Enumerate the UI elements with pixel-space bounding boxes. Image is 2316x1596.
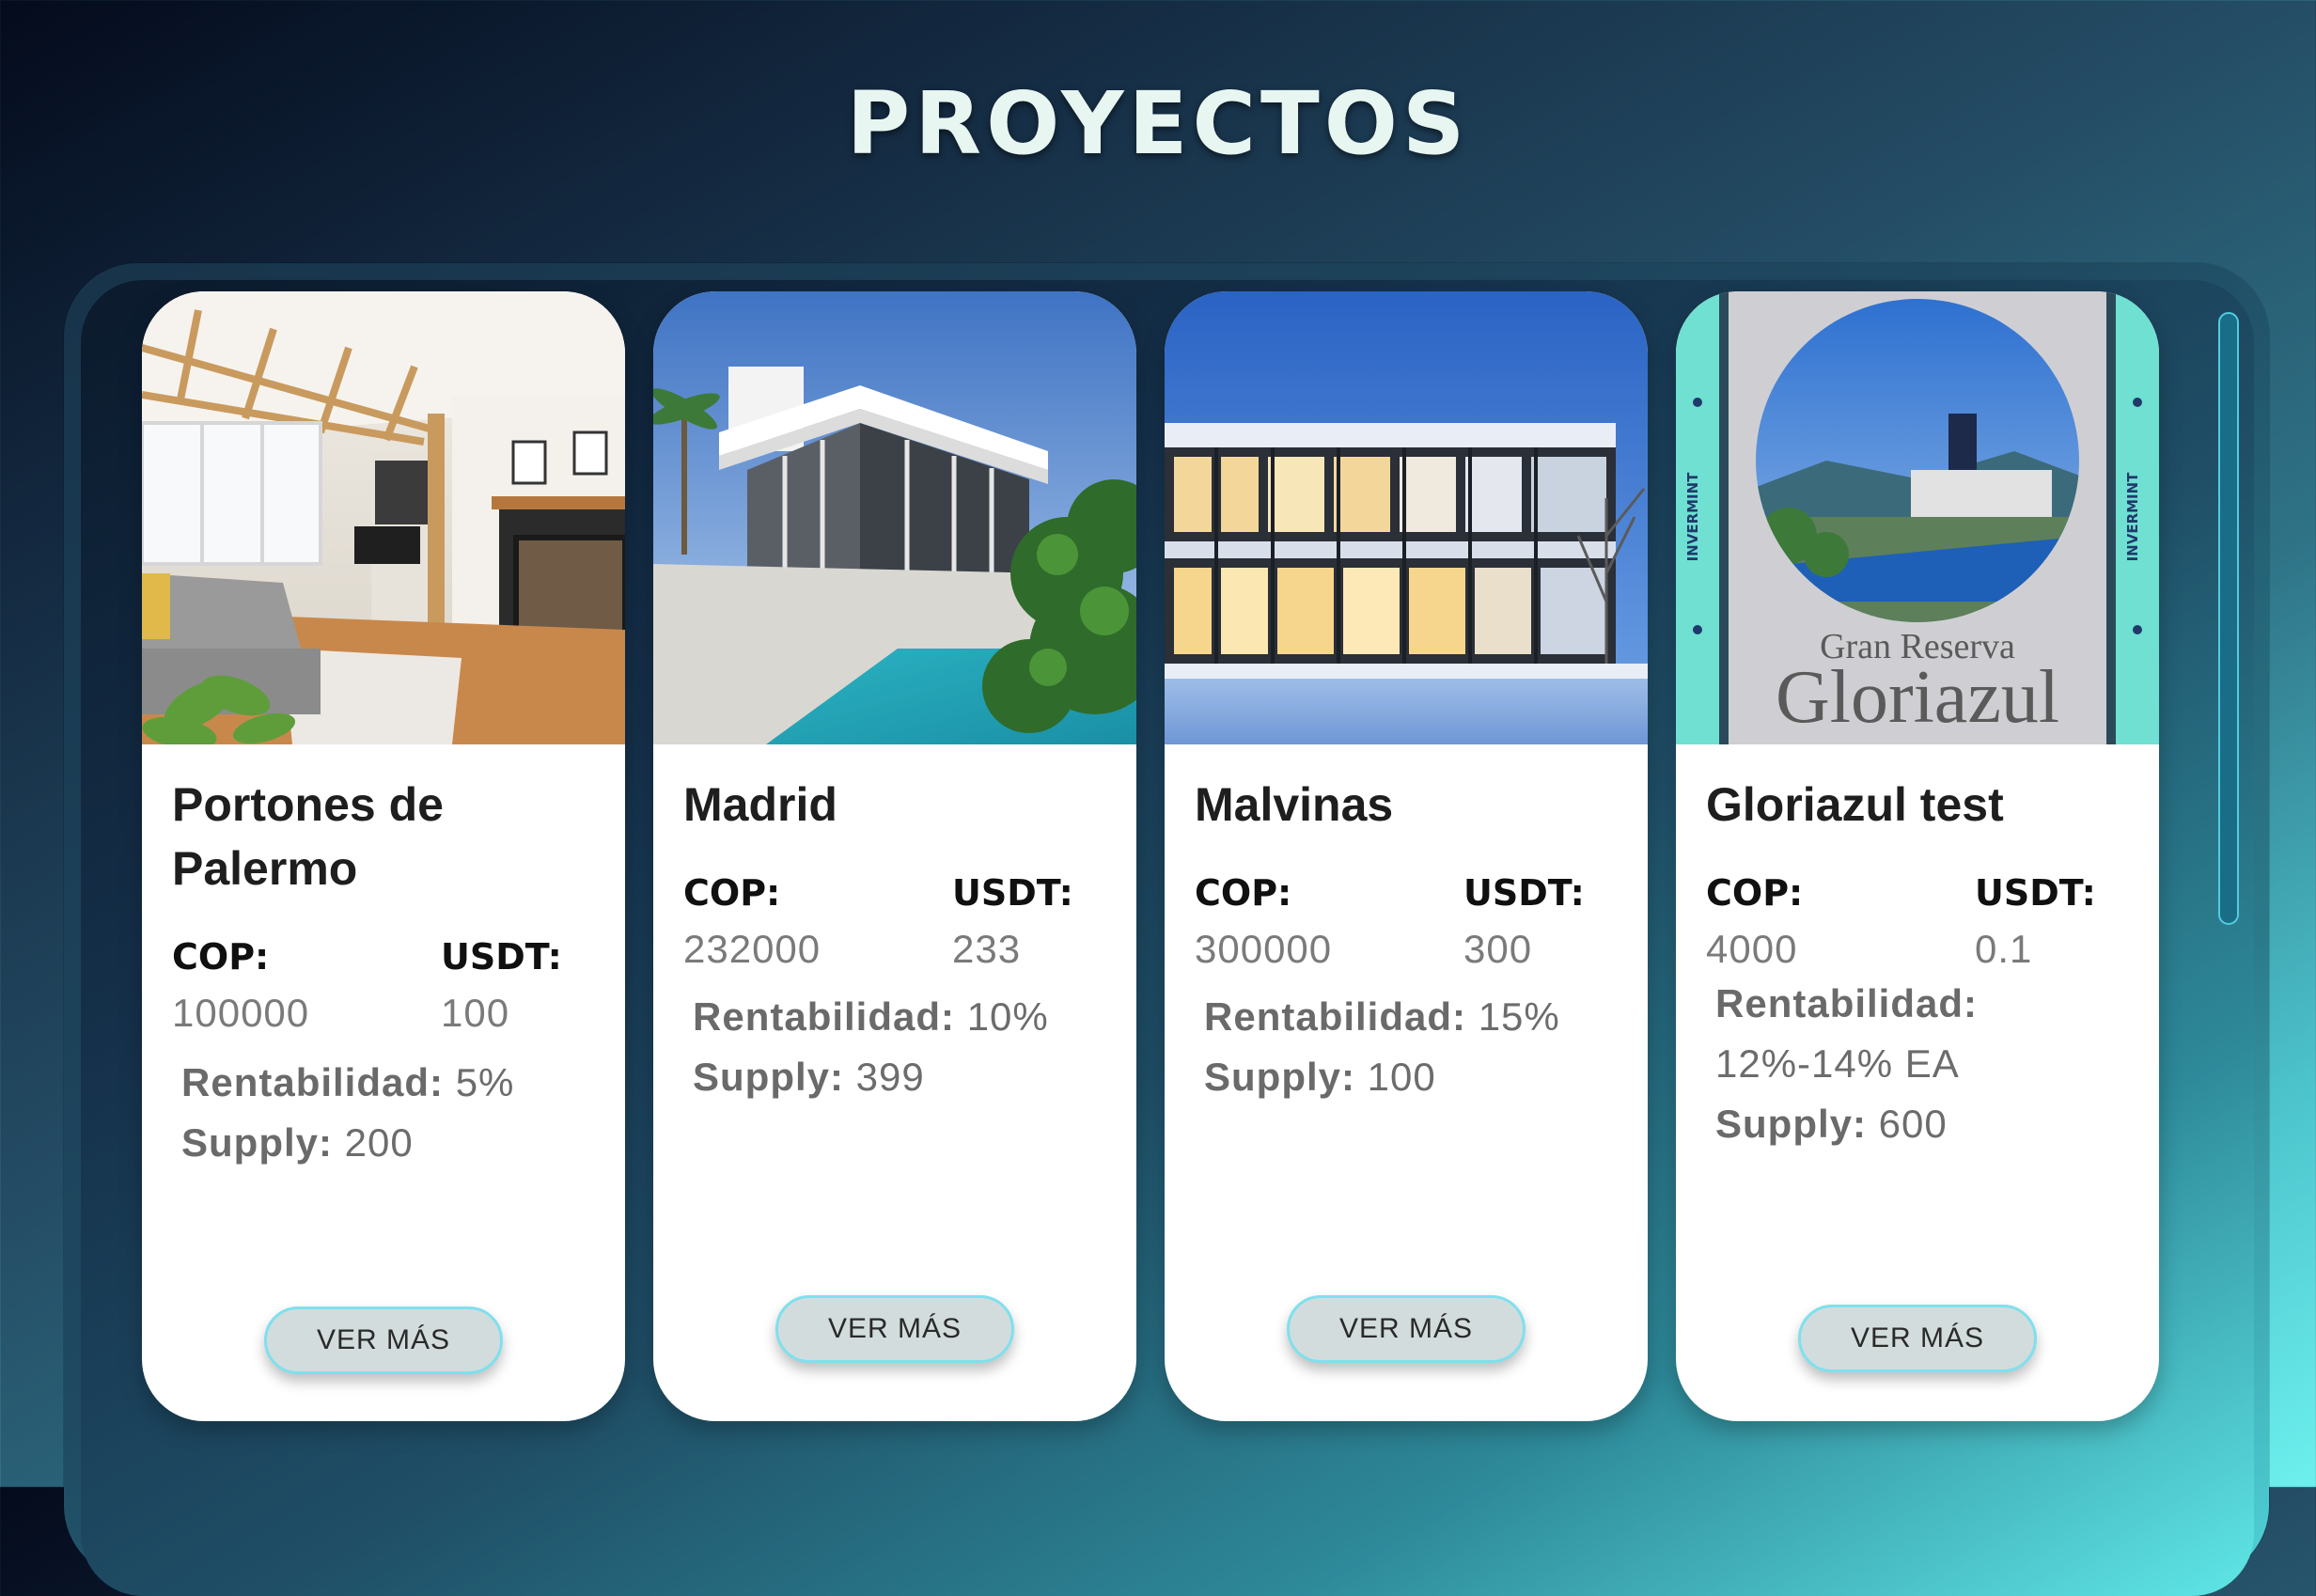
ver-mas-button[interactable]: VER MÁS bbox=[1287, 1295, 1526, 1363]
usdt-value: 300 bbox=[1463, 927, 1533, 971]
supply-value: 100 bbox=[1367, 1055, 1436, 1099]
usdt-label: USDT: bbox=[1463, 872, 1585, 914]
project-image bbox=[653, 291, 1136, 744]
supply-label: Supply: bbox=[1204, 1055, 1355, 1099]
rentabilidad-label: Rentabilidad: bbox=[1204, 994, 1467, 1039]
rentabilidad-line: Rentabilidad: 10% bbox=[693, 987, 1106, 1047]
usdt-value: 233 bbox=[952, 927, 1022, 971]
supply-label: Supply: bbox=[1715, 1102, 1867, 1146]
project-card: Madrid COP: USDT: 232000 233 Rentabilida… bbox=[653, 291, 1136, 1421]
rentabilidad-line: Rentabilidad: 15% bbox=[1204, 987, 1618, 1047]
logo-side-text-right: INVERMINT bbox=[2124, 472, 2141, 562]
gloriazul-logo: INVERMINT INVERMINT Gran Reserva Gloriaz… bbox=[1676, 291, 2159, 744]
rentabilidad-value: 15% bbox=[1478, 994, 1560, 1039]
cop-label: COP: bbox=[1195, 872, 1292, 914]
usdt-value: 0.1 bbox=[1975, 927, 2033, 971]
supply-line: Supply: 399 bbox=[693, 1047, 1106, 1107]
page-title: PROYECTOS bbox=[846, 73, 1470, 174]
living-room-photo bbox=[142, 291, 625, 744]
supply-label: Supply: bbox=[181, 1120, 333, 1165]
supply-value: 399 bbox=[855, 1055, 925, 1099]
rentabilidad-value-line: 12%-14% EA bbox=[1715, 1034, 2129, 1094]
cop-label: COP: bbox=[1706, 872, 1804, 914]
project-card: INVERMINT INVERMINT Gran Reserva Gloriaz… bbox=[1676, 291, 2159, 1421]
supply-label: Supply: bbox=[693, 1055, 844, 1099]
ver-mas-button[interactable]: VER MÁS bbox=[264, 1307, 503, 1374]
panel-scrollbar[interactable] bbox=[2218, 312, 2239, 925]
ver-mas-button[interactable]: VER MÁS bbox=[775, 1295, 1014, 1363]
project-name: Madrid bbox=[683, 778, 837, 831]
project-image: INVERMINT INVERMINT Gran Reserva Gloriaz… bbox=[1676, 291, 2159, 744]
cop-value: 100000 bbox=[172, 991, 310, 1035]
project-image bbox=[142, 291, 625, 744]
usdt-label: USDT: bbox=[1975, 872, 2096, 914]
rentabilidad-line: Rentabilidad: bbox=[1715, 974, 2129, 1034]
project-name: Malvinas bbox=[1195, 778, 1394, 831]
glass-house-night-photo bbox=[1165, 291, 1648, 744]
logo-text-main: Gloriazul bbox=[1776, 656, 2059, 739]
cop-value: 300000 bbox=[1195, 927, 1333, 971]
rentabilidad-value: 12%-14% EA bbox=[1715, 1041, 1960, 1086]
supply-line: Supply: 600 bbox=[1715, 1094, 2129, 1154]
supply-line: Supply: 200 bbox=[181, 1113, 595, 1173]
project-card: Portones de Palermo COP: USDT: 100000 10… bbox=[142, 291, 625, 1421]
cop-value: 4000 bbox=[1706, 927, 1798, 971]
project-image bbox=[1165, 291, 1648, 744]
rentabilidad-label: Rentabilidad: bbox=[693, 994, 956, 1039]
usdt-label: USDT: bbox=[952, 872, 1073, 914]
project-name: Portones de Palermo bbox=[172, 778, 444, 895]
supply-value: 600 bbox=[1878, 1102, 1948, 1146]
usdt-label: USDT: bbox=[441, 936, 562, 978]
cop-label: COP: bbox=[683, 872, 781, 914]
ver-mas-button[interactable]: VER MÁS bbox=[1798, 1305, 2037, 1372]
rentabilidad-value: 10% bbox=[966, 994, 1049, 1039]
cop-label: COP: bbox=[172, 936, 270, 978]
cop-value: 232000 bbox=[683, 927, 822, 971]
rentabilidad-label: Rentabilidad: bbox=[181, 1060, 445, 1104]
supply-value: 200 bbox=[344, 1120, 414, 1165]
rentabilidad-label: Rentabilidad: bbox=[1715, 981, 1979, 1025]
project-name: Gloriazul test bbox=[1706, 778, 2004, 831]
rentabilidad-line: Rentabilidad: 5% bbox=[181, 1053, 595, 1113]
usdt-value: 100 bbox=[441, 991, 510, 1035]
project-card: Malvinas COP: USDT: 300000 300 Rentabili… bbox=[1165, 291, 1648, 1421]
rentabilidad-value: 5% bbox=[455, 1060, 515, 1104]
supply-line: Supply: 100 bbox=[1204, 1047, 1618, 1107]
logo-side-text-left: INVERMINT bbox=[1684, 472, 1701, 562]
modern-house-pool-photo bbox=[653, 291, 1136, 744]
